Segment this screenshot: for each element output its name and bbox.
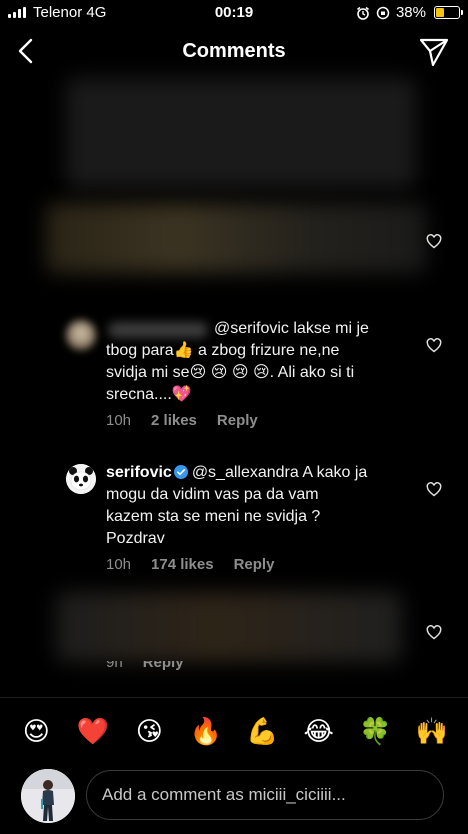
likes-count[interactable]: 174 likes [151,556,214,573]
heart-outline-icon [426,625,442,640]
direct-message-button[interactable] [418,36,450,68]
tears-of-joy-emoji-button[interactable]: 😂 [300,712,338,750]
like-comment-button[interactable] [426,234,442,249]
profile-avatar [21,769,75,823]
comment-line: srecna....💖 [106,386,192,403]
partial-comment-meta: 9h Reply [106,661,184,673]
reply-button[interactable]: Reply [217,412,258,429]
flexed-biceps-emoji-button[interactable]: 💪 [243,712,281,750]
battery-icon [434,6,463,19]
header: Comments [0,28,468,76]
four-leaf-clover-emoji-button[interactable]: 🍀 [356,712,394,750]
like-comment-button[interactable] [426,482,442,497]
comment-meta: 10h 2 likes Reply [106,412,278,429]
status-right-group: 38% [356,4,463,21]
battery-level [436,8,444,17]
alarm-icon [356,6,369,20]
heart-outline-icon [426,338,442,353]
comment-line: svidja mi se😢 😢 😢 😢. Ali ako si ti [106,364,355,381]
heart-outline-icon [426,482,442,497]
battery-percent: 38% [395,4,426,21]
kiss-emoji-button[interactable]: 😘 [130,712,168,750]
comment-username[interactable]: serifovic [106,464,172,481]
fire-emoji-button[interactable]: 🔥 [187,712,225,750]
orientation-lock-icon [376,6,390,19]
avatar[interactable] [66,464,96,494]
comment-line: mogu da vidim vas pa da vam [106,486,319,503]
quick-emoji-bar: 😍 ❤️ 😘 🔥 💪 😂 🍀 🙌 [0,712,468,750]
reply-button[interactable]: Reply [143,661,184,671]
comment-item: serifovic @s_allexandra A kako ja mogu da… [0,462,468,577]
comment-text: @serifovic lakse mi je tbog para👍 a zbog… [106,318,402,406]
user-photo-icon [21,769,75,823]
comment-text: serifovic @s_allexandra A kako ja mogu da… [106,462,402,550]
sparkling-heart-emoji: 💖 [171,386,192,403]
comment-time: 10h [106,556,132,573]
comment-time: 10h [106,412,132,429]
raising-hands-emoji-button[interactable]: 🙌 [413,712,451,750]
verified-badge-icon [173,465,188,479]
comment-line: @serifovic lakse mi je [214,320,369,337]
reply-button[interactable]: Reply [234,556,275,573]
red-heart-emoji-button[interactable]: ❤️ [74,712,112,750]
mention-link[interactable]: @s_allexandra [192,464,299,481]
thumbs-up-emoji: 👍 [173,342,194,359]
comment-item: @serifovic lakse mi je tbog para👍 a zbog… [0,318,468,433]
comment-line: tbog para👍 a zbog frizure ne,ne [106,342,340,359]
divider [0,697,468,698]
comment-line: kazem sta se meni ne svidja ? [106,508,321,525]
crying-emoji: 😢 😢 😢 😢 [189,364,270,381]
paper-plane-icon [419,38,449,67]
like-comment-button[interactable] [426,625,442,640]
comment-meta: 10h 174 likes Reply [106,556,294,573]
blurred-caption [66,78,416,188]
blurred-comment [56,592,402,662]
heart-eyes-emoji-button[interactable]: 😍 [17,712,55,750]
blurred-comment [46,203,426,273]
heart-outline-icon [426,234,442,249]
comment-line: serifovic @s_allexandra A kako ja [106,464,368,481]
likes-count[interactable]: 2 likes [151,412,197,429]
like-comment-button[interactable] [426,338,442,353]
status-bar: Telenor 4G 00:19 38% [0,0,468,26]
panda-icon [66,464,96,494]
comment-input[interactable] [86,770,444,820]
page-title: Comments [182,40,286,62]
comment-line: Pozdrav [106,530,165,547]
avatar[interactable] [66,320,96,350]
